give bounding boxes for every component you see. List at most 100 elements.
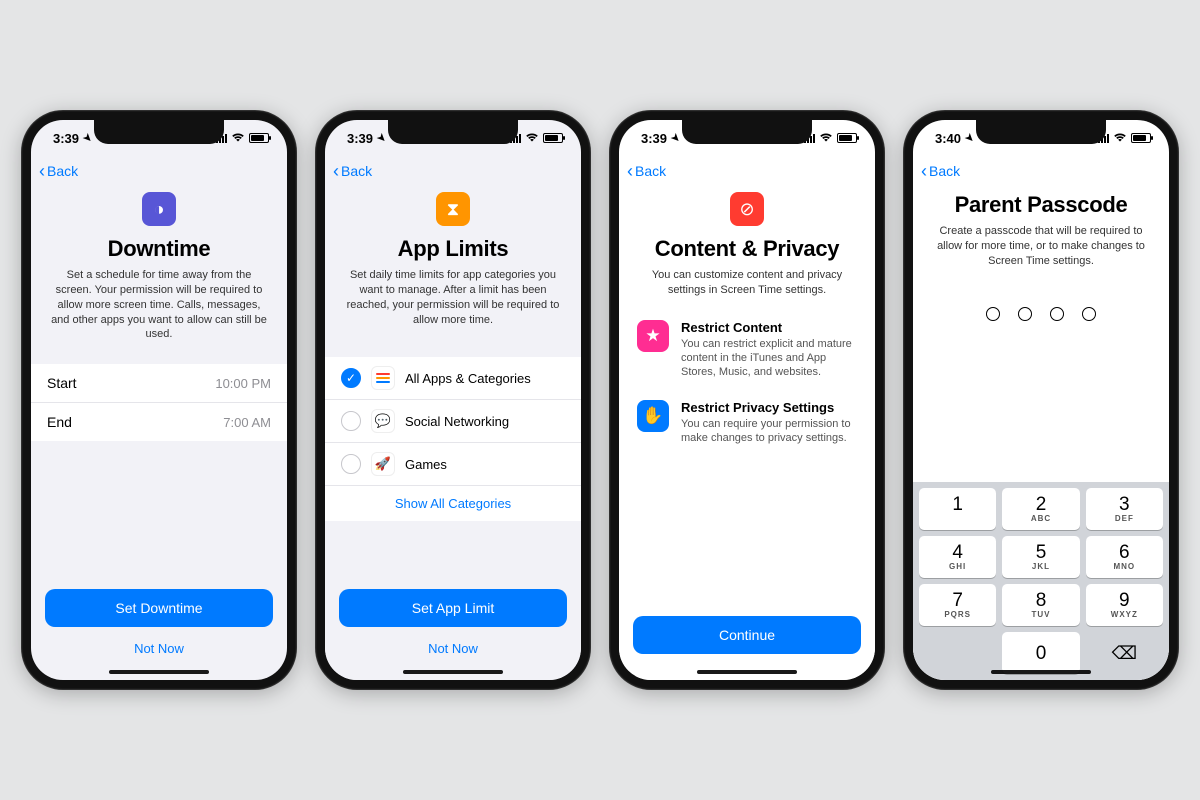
location-icon: ➤: [962, 131, 976, 145]
back-button[interactable]: ‹ Back: [627, 162, 666, 180]
nav-bar: ‹ Back: [619, 156, 875, 186]
key-9[interactable]: 9WXYZ: [1086, 584, 1163, 626]
not-now-button[interactable]: Not Now: [45, 635, 273, 662]
location-icon: ➤: [668, 131, 682, 145]
restrict-icon: ⊘: [730, 192, 764, 226]
radio-unchecked-icon: [341, 411, 361, 431]
battery-icon: [543, 133, 563, 143]
games-icon: 🚀: [371, 452, 395, 476]
page-description: Set a schedule for time away from the sc…: [49, 268, 269, 342]
feature-restrict-content: ★ Restrict Content You can restrict expl…: [619, 310, 875, 390]
start-label: Start: [47, 375, 77, 391]
clock: 3:39: [641, 131, 667, 146]
page-description: You can customize content and privacy se…: [637, 268, 857, 298]
key-delete[interactable]: ⌫: [1086, 632, 1163, 674]
set-app-limit-button[interactable]: Set App Limit: [339, 589, 567, 627]
key-5[interactable]: 5JKL: [1002, 536, 1079, 578]
location-icon: ➤: [374, 131, 388, 145]
key-1[interactable]: 1: [919, 488, 996, 530]
page-title: Content & Privacy: [637, 236, 857, 262]
start-value: 10:00 PM: [215, 376, 271, 391]
nav-bar: ‹ Back: [325, 156, 581, 186]
key-3[interactable]: 3DEF: [1086, 488, 1163, 530]
hourglass-icon: ⧗: [436, 192, 470, 226]
numeric-keypad: 1 2ABC 3DEF 4GHI 5JKL 6MNO 7PQRS 8TUV 9W…: [913, 482, 1169, 680]
key-blank: [919, 632, 996, 674]
location-icon: ➤: [80, 131, 94, 145]
passcode-dots: [913, 307, 1169, 321]
clock: 3:40: [935, 131, 961, 146]
back-label: Back: [341, 163, 372, 179]
nav-bar: ‹ Back: [913, 156, 1169, 186]
notch: [388, 120, 518, 144]
social-icon: 💬: [371, 409, 395, 433]
show-all-categories-button[interactable]: Show All Categories: [325, 486, 581, 521]
notch: [682, 120, 812, 144]
key-8[interactable]: 8TUV: [1002, 584, 1079, 626]
continue-button[interactable]: Continue: [633, 616, 861, 654]
wifi-icon: [819, 131, 833, 145]
back-label: Back: [929, 163, 960, 179]
end-label: End: [47, 414, 72, 430]
hand-icon: ✋: [637, 400, 669, 432]
wifi-icon: [1113, 131, 1127, 145]
back-button[interactable]: ‹ Back: [921, 162, 960, 180]
notch: [94, 120, 224, 144]
passcode-dot: [986, 307, 1000, 321]
page-description: Set daily time limits for app categories…: [343, 268, 563, 327]
passcode-dot: [1050, 307, 1064, 321]
key-4[interactable]: 4GHI: [919, 536, 996, 578]
feature-desc: You can restrict explicit and mature con…: [681, 337, 857, 380]
home-indicator[interactable]: [403, 670, 503, 674]
category-games[interactable]: 🚀 Games: [325, 443, 581, 486]
downtime-icon: ◑: [142, 192, 176, 226]
chevron-left-icon: ‹: [39, 162, 45, 180]
feature-restrict-privacy: ✋ Restrict Privacy Settings You can requ…: [619, 390, 875, 456]
key-0[interactable]: 0: [1002, 632, 1079, 674]
passcode-dot: [1018, 307, 1032, 321]
wifi-icon: [525, 131, 539, 145]
battery-icon: [837, 133, 857, 143]
chevron-left-icon: ‹: [627, 162, 633, 180]
backspace-icon: ⌫: [1112, 643, 1137, 664]
schedule-list: Start 10:00 PM End 7:00 AM: [31, 364, 287, 441]
feature-title: Restrict Content: [681, 320, 857, 335]
page-title: App Limits: [343, 236, 563, 262]
category-label: Social Networking: [405, 414, 509, 429]
passcode-dot: [1082, 307, 1096, 321]
category-all-apps[interactable]: ✓ All Apps & Categories: [325, 357, 581, 400]
back-button[interactable]: ‹ Back: [333, 162, 372, 180]
set-downtime-button[interactable]: Set Downtime: [45, 589, 273, 627]
home-indicator[interactable]: [697, 670, 797, 674]
clock: 3:39: [347, 131, 373, 146]
feature-title: Restrict Privacy Settings: [681, 400, 857, 415]
chevron-left-icon: ‹: [333, 162, 339, 180]
back-button[interactable]: ‹ Back: [39, 162, 78, 180]
phone-app-limits: 3:39➤ ‹ Back ⧗ App Limits Set daily time…: [315, 110, 591, 690]
start-time-row[interactable]: Start 10:00 PM: [31, 364, 287, 403]
nav-bar: ‹ Back: [31, 156, 287, 186]
star-icon: ★: [637, 320, 669, 352]
phone-parent-passcode: 3:40➤ ‹ Back Parent Passcode Create a pa…: [903, 110, 1179, 690]
notch: [976, 120, 1106, 144]
home-indicator[interactable]: [991, 670, 1091, 674]
home-indicator[interactable]: [109, 670, 209, 674]
feature-desc: You can require your permission to make …: [681, 417, 857, 446]
key-6[interactable]: 6MNO: [1086, 536, 1163, 578]
battery-icon: [249, 133, 269, 143]
end-time-row[interactable]: End 7:00 AM: [31, 403, 287, 441]
back-label: Back: [635, 163, 666, 179]
phone-downtime: 3:39➤ ‹ Back ◑ Downtime Set a schedule f…: [21, 110, 297, 690]
chevron-left-icon: ‹: [921, 162, 927, 180]
battery-icon: [1131, 133, 1151, 143]
wifi-icon: [231, 131, 245, 145]
key-2[interactable]: 2ABC: [1002, 488, 1079, 530]
radio-unchecked-icon: [341, 454, 361, 474]
clock: 3:39: [53, 131, 79, 146]
not-now-button[interactable]: Not Now: [339, 635, 567, 662]
page-title: Parent Passcode: [931, 192, 1151, 218]
all-apps-icon: [371, 366, 395, 390]
radio-checked-icon: ✓: [341, 368, 361, 388]
category-social[interactable]: 💬 Social Networking: [325, 400, 581, 443]
key-7[interactable]: 7PQRS: [919, 584, 996, 626]
